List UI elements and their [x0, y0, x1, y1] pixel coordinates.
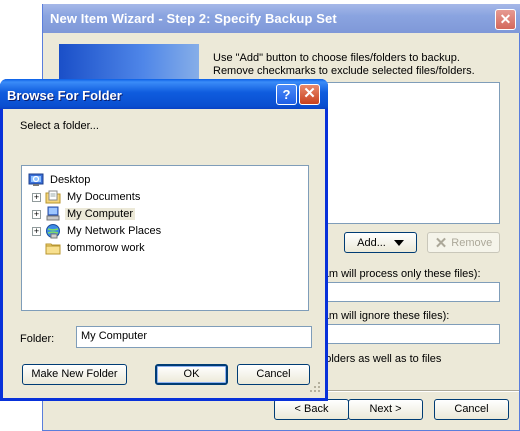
tree-item-desktop[interactable]: Desktop [28, 172, 92, 188]
close-button[interactable]: ✕ [299, 84, 320, 105]
next-button[interactable]: Next > [348, 399, 423, 420]
tree-item-my-network-places[interactable]: + My Network Places [32, 223, 163, 239]
expand-plus-icon[interactable]: + [32, 209, 41, 219]
tree-item-label: tommorow work [67, 242, 145, 254]
exclude-mask-input[interactable] [313, 324, 500, 344]
apply-to-folders-label: o folders as well as to files [313, 353, 442, 365]
dropdown-arrow-icon [393, 239, 404, 246]
ok-button[interactable]: OK [155, 364, 228, 385]
browse-for-folder-dialog: Browse For Folder ? ✕ Select a folder...… [0, 79, 328, 401]
expand-plus-icon[interactable]: + [32, 192, 41, 202]
include-mask-label: gram will process only these files): [313, 268, 481, 280]
wizard-title: New Item Wizard - Step 2: Specify Backup… [50, 11, 337, 26]
tree-item-label: My Documents [67, 191, 141, 203]
wizard-close-button[interactable]: ✕ [495, 9, 516, 30]
add-button[interactable]: Add... [344, 232, 417, 253]
computer-icon [45, 206, 61, 222]
folder-tree[interactable]: Desktop + My Documents + My Computer + M… [21, 165, 309, 311]
help-button[interactable]: ? [276, 84, 297, 105]
resize-grip-icon[interactable] [309, 381, 321, 393]
browse-title-bar[interactable]: Browse For Folder ? ✕ [0, 79, 328, 109]
tree-item-label: My Computer [65, 208, 136, 220]
add-button-label: Add... [357, 236, 386, 249]
network-places-icon [45, 223, 61, 239]
tree-item-label: My Network Places [67, 225, 162, 237]
folder-input[interactable]: My Computer [76, 326, 312, 348]
instruction-line-2: Remove checkmarks to exclude selected fi… [213, 65, 475, 77]
exclude-mask-label: gram will ignore these files): [313, 310, 450, 322]
expand-plus-icon[interactable]: + [32, 226, 41, 236]
remove-x-icon: ✕ [434, 234, 448, 252]
tree-item-tommorow-work[interactable]: tommorow work [45, 240, 147, 256]
desktop-icon [28, 172, 44, 188]
tree-item-my-computer[interactable]: + My Computer [32, 206, 136, 222]
tree-item-label: Desktop [50, 174, 91, 186]
folder-icon [45, 240, 61, 256]
documents-folder-icon [45, 189, 61, 205]
back-button[interactable]: < Back [274, 399, 349, 420]
wizard-cancel-button[interactable]: Cancel [434, 399, 509, 420]
include-mask-input[interactable] [313, 282, 500, 302]
instruction-line-1: Use "Add" button to choose files/folders… [213, 52, 460, 64]
wizard-instructions: Use "Add" button to choose files/folders… [213, 52, 503, 78]
cancel-button[interactable]: Cancel [237, 364, 310, 385]
remove-button-label: Remove [451, 236, 493, 249]
folder-label: Folder: [20, 333, 55, 345]
tree-item-my-documents[interactable]: + My Documents [32, 189, 142, 205]
wizard-banner-image [59, 44, 199, 84]
wizard-title-bar[interactable]: New Item Wizard - Step 2: Specify Backup… [43, 4, 520, 33]
browse-title: Browse For Folder [7, 88, 122, 103]
backup-set-list[interactable] [313, 82, 500, 224]
select-folder-prompt: Select a folder... [20, 120, 99, 132]
make-new-folder-button[interactable]: Make New Folder [22, 364, 127, 385]
remove-button[interactable]: ✕ Remove [427, 232, 500, 253]
